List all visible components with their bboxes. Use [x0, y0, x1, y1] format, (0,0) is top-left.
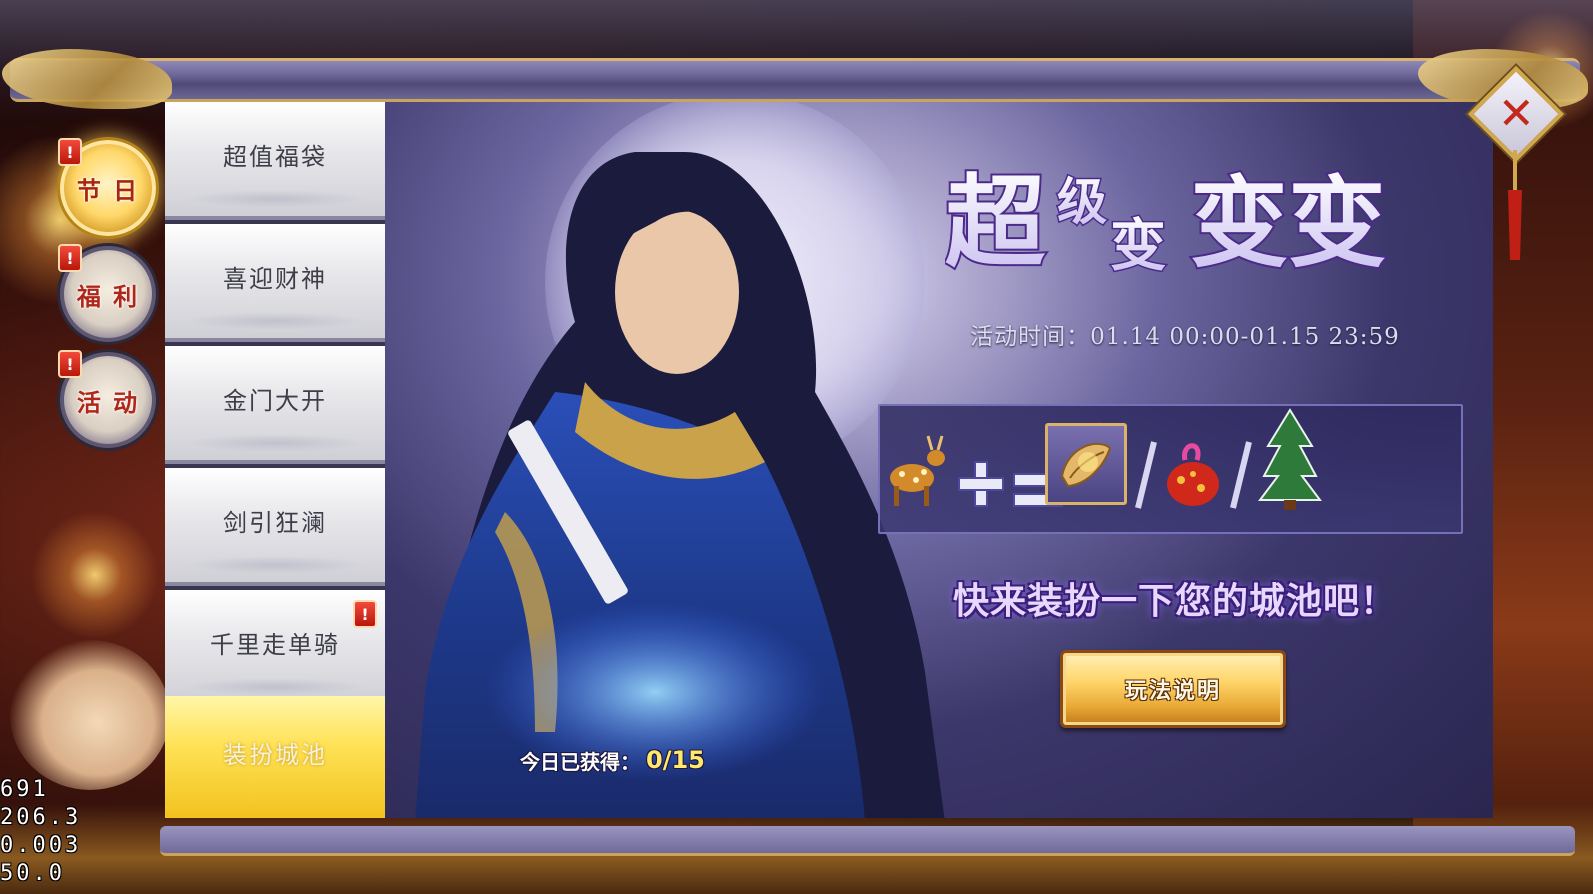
- debug-line: 691: [0, 777, 49, 802]
- title-small-char: 级: [1057, 172, 1107, 231]
- scroll-top-rod: [2, 49, 1588, 109]
- event-title-art: 超 级 变 变变: [945, 161, 1388, 283]
- title-tail-chars: 变变: [1190, 166, 1386, 281]
- sidebar-item-label: 喜迎财神: [223, 264, 327, 293]
- sidebar-item-label: 装扮城池: [223, 740, 327, 769]
- promo-text: 快来装扮一下您的城池吧！: [952, 581, 1397, 622]
- scroll-item-icon: [1060, 443, 1112, 488]
- sidebar-item-golden-gate[interactable]: 金门大开: [165, 346, 385, 464]
- alert-badge: !: [58, 138, 82, 166]
- category-tab-label: 福 利: [76, 281, 140, 311]
- title-big-char: 超: [945, 163, 1046, 281]
- category-tab-label: 活 动: [76, 387, 140, 417]
- sidebar-item-decorate-city[interactable]: 装扮城池: [165, 696, 385, 818]
- slash-divider-icon: [1135, 441, 1158, 509]
- alert-badge: !: [58, 350, 82, 378]
- alert-badge: !: [353, 600, 377, 628]
- debug-line: 0.003: [0, 833, 82, 858]
- close-icon: ✕: [1497, 88, 1535, 139]
- daily-progress: 今日已获得： 0/15: [520, 742, 800, 778]
- daily-progress-value: 0/15: [646, 746, 705, 774]
- category-tab-label: 节 日: [76, 175, 140, 205]
- deer-icon[interactable]: [880, 430, 950, 510]
- rules-button[interactable]: 玩法说明: [1060, 650, 1286, 728]
- daily-progress-label: 今日已获得：: [520, 749, 640, 774]
- cloud-ornament: [185, 312, 365, 330]
- plus-icon: [958, 461, 1005, 507]
- sidebar-item-label: 剑引狂澜: [223, 508, 327, 537]
- sidebar-item-lone-rider[interactable]: 千里走单骑 !: [165, 590, 385, 708]
- cloud-ornament: [185, 190, 365, 208]
- firework: [20, 500, 170, 650]
- scroll-bottom-rod: [160, 826, 1575, 856]
- scroll-item-slot[interactable]: [1045, 423, 1127, 505]
- sidebar-item-label: 千里走单骑: [210, 630, 340, 659]
- debug-line: 206.3: [0, 805, 82, 830]
- rules-button-label: 玩法说明: [1124, 679, 1221, 704]
- event-sidebar: 超值福袋 喜迎财神 金门大开 剑引狂澜 千里走单骑 ! 装扮城池: [165, 102, 385, 818]
- cloud-ornament: [185, 434, 365, 452]
- event-panel: 超 级 变 变变 活动时间：01.14 00:00-01.15 23:59 快来…: [385, 102, 1493, 818]
- tassel-ornament: [1508, 150, 1522, 260]
- title-small-char: 变: [1110, 213, 1166, 279]
- recipe-panel: [878, 404, 1463, 534]
- event-time: 活动时间：01.14 00:00-01.15 23:59: [970, 324, 1400, 350]
- cloud-ornament: [185, 556, 365, 574]
- gift-bag-icon[interactable]: [1163, 436, 1223, 510]
- sidebar-item-lucky-bag[interactable]: 超值福袋: [165, 102, 385, 220]
- hero-character-illustration: [415, 152, 945, 818]
- alert-badge: !: [58, 244, 82, 272]
- rabbit-lantern: [10, 640, 170, 790]
- sidebar-item-god-of-wealth[interactable]: 喜迎财神: [165, 224, 385, 342]
- debug-line: 50.0: [0, 861, 65, 886]
- sidebar-item-sword-wave[interactable]: 剑引狂澜: [165, 468, 385, 586]
- slash-divider-icon: [1229, 441, 1252, 509]
- debug-overlay: 691 206.3 0.003 50.0: [0, 776, 110, 888]
- sidebar-item-label: 金门大开: [223, 386, 327, 415]
- christmas-tree-icon[interactable]: [1257, 406, 1322, 510]
- sidebar-item-label: 超值福袋: [223, 142, 327, 171]
- cloud-ornament: [185, 678, 365, 696]
